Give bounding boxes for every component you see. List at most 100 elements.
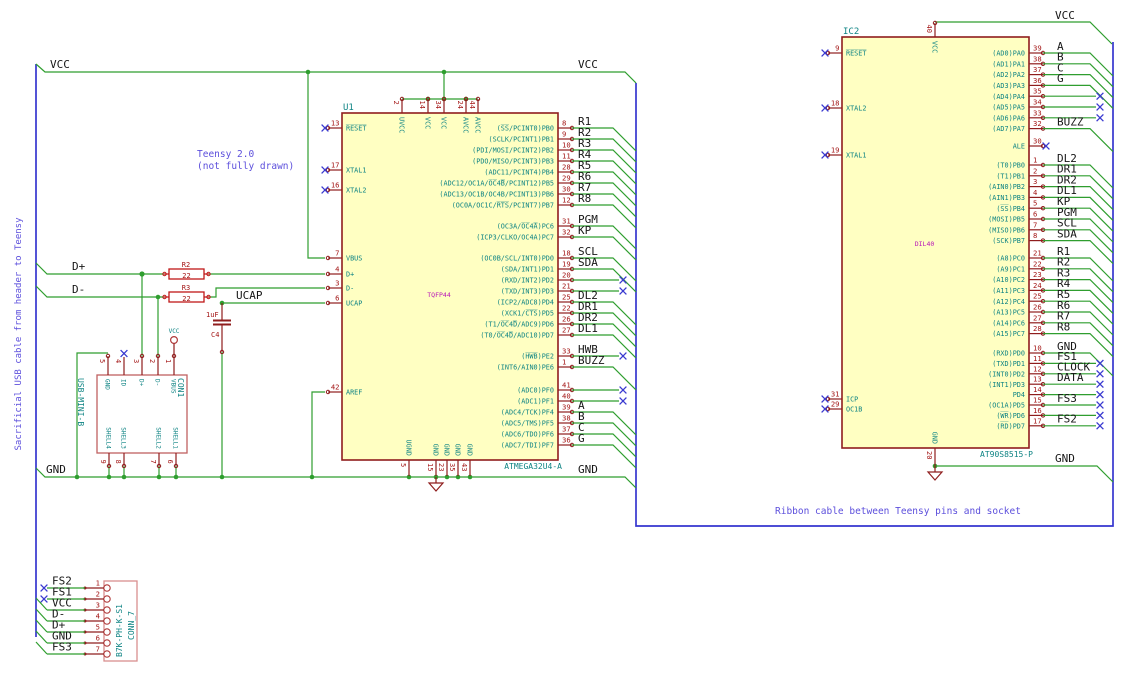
pin-number: 31 xyxy=(562,217,571,226)
wire-net xyxy=(35,641,48,655)
net-label-dl1[interactable]: DL1 xyxy=(578,322,598,335)
ref-designator[interactable]: CONN_7 xyxy=(127,611,136,640)
no-connect-icon xyxy=(1096,401,1104,409)
vcc-power-symbol[interactable]: VCC xyxy=(169,328,180,356)
component-u1[interactable]: U1ATMEGA32U4-ATQFP4413R̅E̅S̅E̅T̅17XTAL11… xyxy=(321,96,637,476)
net-label-r8[interactable]: R8 xyxy=(1057,320,1070,333)
pin-number: 39 xyxy=(1033,44,1042,53)
pin-number: 20 xyxy=(925,451,933,459)
pin-name: (PDO/MISO/PCINT3)PB3 xyxy=(472,158,554,166)
pin-number: 13 xyxy=(331,119,340,128)
net-label-gnd-left[interactable]: GND xyxy=(46,463,66,476)
net-label-fs3[interactable]: FS3 xyxy=(52,641,72,654)
pin-name: (AIN0)PB2 xyxy=(988,183,1025,191)
pin-number: 35 xyxy=(1033,87,1042,96)
part-value[interactable]: B7K-PH-K-S1 xyxy=(115,604,124,657)
net-label-buzz[interactable]: BUZZ xyxy=(1057,115,1084,128)
net-label-gnd-u1[interactable]: GND xyxy=(578,463,598,476)
pin-name: (R̅D̅)PD7 xyxy=(996,421,1025,430)
pin-number: 26 xyxy=(562,315,571,324)
pin-name: (XCK1/C̅T̅S̅)PD5 xyxy=(501,308,554,317)
capacitor-c4[interactable]: 1uF C4 xyxy=(206,303,231,355)
pin-name: (SCLK/PCINT1)PB1 xyxy=(489,136,554,144)
pin-number: 15 xyxy=(1033,396,1042,405)
pin-name: VCC xyxy=(423,117,431,129)
pin-name: GND xyxy=(431,444,439,456)
no-connect-icon xyxy=(619,276,627,284)
net-label-r8[interactable]: R8 xyxy=(578,192,591,205)
resistor-r2[interactable]: R2 22 xyxy=(162,261,211,280)
net-label-data[interactable]: DATA xyxy=(1057,371,1084,384)
part-value[interactable]: AT90S8515-P xyxy=(980,450,1033,459)
net-label-sda[interactable]: SDA xyxy=(578,256,598,269)
pin-name: PD4 xyxy=(1013,391,1025,399)
pin-name: (A10)PC2 xyxy=(992,276,1025,284)
no-connect-icon xyxy=(1096,380,1104,389)
net-label-gnd-ic2[interactable]: GND xyxy=(1055,452,1075,465)
wire-aref xyxy=(311,391,325,477)
pin-number: 19 xyxy=(562,260,571,269)
component-con1[interactable]: CON1USB-MINI-B5GND4ID3D+2D-1VBUS9SHELL48… xyxy=(76,349,188,469)
net-label-vcc-u1[interactable]: VCC xyxy=(578,58,598,71)
wire-dplus-left xyxy=(35,262,164,275)
net-label-kp[interactable]: KP xyxy=(578,224,592,237)
net-label-vcc-left[interactable]: VCC xyxy=(50,58,70,71)
pin-number: 9 xyxy=(99,460,107,464)
pin-name: (T1)PB1 xyxy=(996,172,1025,180)
pin-number: 4 xyxy=(114,359,122,363)
pin-number: 6 xyxy=(166,460,174,464)
pin-name: SHELL1 xyxy=(172,427,179,449)
no-connect-icon xyxy=(321,124,329,132)
net-label-sda[interactable]: SDA xyxy=(1057,227,1077,240)
ref-designator[interactable]: U1 xyxy=(343,103,354,113)
net-label-fs3[interactable]: FS3 xyxy=(1057,392,1077,405)
pin-name: (H̅W̅B̅)PE2 xyxy=(521,351,554,360)
pin-number: 4 xyxy=(335,265,339,274)
net-label-buzz[interactable]: BUZZ xyxy=(578,354,605,367)
net-label-vcc-ic2[interactable]: VCC xyxy=(1055,9,1075,22)
ref-designator[interactable]: IC2 xyxy=(843,27,859,37)
resistor-r3[interactable]: R3 22 xyxy=(162,284,211,303)
net-label-g[interactable]: G xyxy=(578,432,585,445)
pin-number: 30 xyxy=(562,185,571,194)
pin-number: 10 xyxy=(562,141,571,150)
pin-pad-icon xyxy=(103,595,111,603)
wire-net xyxy=(1043,218,1114,243)
part-value[interactable]: ATMEGA32U4-A xyxy=(504,462,562,471)
pin-name: (ADC5/TMS)PF5 xyxy=(501,420,554,428)
pin-number: 2 xyxy=(148,359,156,363)
pin-number: 41 xyxy=(562,381,571,390)
pin-name: (RXD)PD0 xyxy=(992,350,1025,358)
net-label-dplus[interactable]: D+ xyxy=(72,260,86,273)
wire-net xyxy=(1043,128,1114,153)
net-label-fs2[interactable]: FS2 xyxy=(1057,413,1077,426)
pin-pad-icon xyxy=(103,650,111,658)
pin-name: SHELL3 xyxy=(120,427,127,449)
component-conn7[interactable]: B7K-PH-K-S1 CONN_71FS22FS13VCC4D-5D+6GND7… xyxy=(35,575,138,662)
pin-number: 3 xyxy=(1033,177,1037,186)
pin-number: 43 xyxy=(460,463,468,471)
no-connect-icon xyxy=(821,395,829,403)
pin-pad-icon xyxy=(103,639,111,647)
pin-number: 11 xyxy=(562,152,571,161)
pin-name: (A12)PC4 xyxy=(992,298,1025,306)
wire-net xyxy=(1043,240,1114,265)
no-connect-icon xyxy=(1096,369,1104,378)
part-value[interactable]: USB-MINI-B xyxy=(76,378,85,426)
net-label-g[interactable]: G xyxy=(1057,72,1064,85)
pin-name: (A15)PC7 xyxy=(992,330,1025,338)
wire-ic2-gnd xyxy=(935,465,1114,483)
pin-name: R̅E̅S̅E̅T̅ xyxy=(346,123,368,132)
net-label-ucap[interactable]: UCAP xyxy=(236,289,263,302)
pin-name: (AD7)PA7 xyxy=(992,125,1025,133)
pin-name: (ADC11/PCINT4)PB4 xyxy=(484,169,554,177)
net-label-dminus[interactable]: D- xyxy=(72,283,85,296)
footprint-label: DIL40 xyxy=(915,240,935,248)
pin-name: D+ xyxy=(346,271,354,279)
pin-number: 9 xyxy=(562,130,566,139)
pin-number: 15 xyxy=(426,463,434,471)
pin-number: 21 xyxy=(1033,249,1042,258)
pin-name: (ICP3/CLKO/OC4A)PC7 xyxy=(476,234,554,242)
pin-number: 14 xyxy=(1033,385,1042,394)
component-ic2[interactable]: IC2AT90S8515-PDIL409R̅E̅S̅E̅T̅18XTAL219X… xyxy=(821,20,1114,466)
